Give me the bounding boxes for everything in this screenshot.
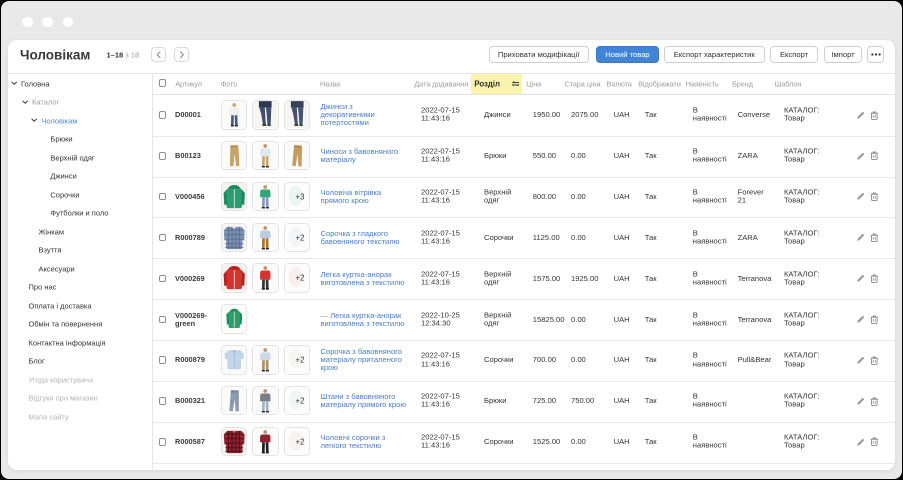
svg-text:+3: +3 — [295, 192, 304, 201]
svg-text:+2: +2 — [295, 274, 304, 283]
svg-text:+2: +2 — [295, 355, 304, 364]
svg-text:+2: +2 — [295, 396, 304, 405]
svg-text:+2: +2 — [295, 437, 304, 446]
svg-text:+2: +2 — [295, 233, 304, 242]
